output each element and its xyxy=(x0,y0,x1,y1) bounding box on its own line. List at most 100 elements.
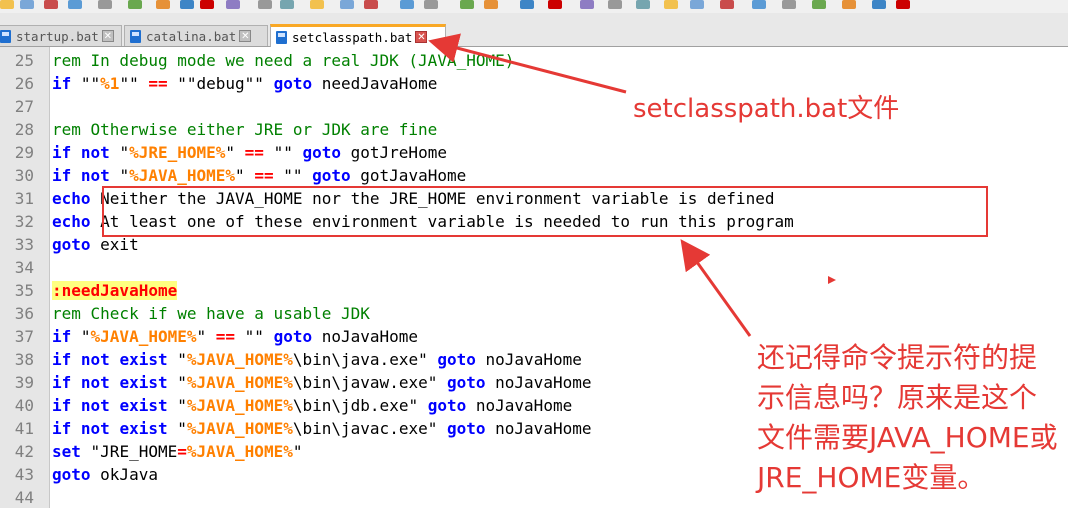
code-line[interactable]: 36 rem Check if we have a usable JDK xyxy=(0,302,1068,325)
code-line[interactable]: 29 if not "%JRE_HOME%" == "" goto gotJreH… xyxy=(0,141,1068,164)
code-line[interactable]: 34 xyxy=(0,256,1068,279)
toolbar-button-icon[interactable] xyxy=(664,0,678,9)
toolbar-button-icon[interactable] xyxy=(310,0,324,9)
line-number: 26 xyxy=(14,74,34,93)
toolbar-button-icon[interactable] xyxy=(364,0,378,9)
line-number: 33 xyxy=(14,235,34,254)
code-token: if xyxy=(52,74,72,93)
code-token: goto xyxy=(446,419,486,438)
code-token: if xyxy=(52,327,72,346)
code-token: goto xyxy=(302,143,341,162)
toolbar-button-icon[interactable] xyxy=(782,0,796,9)
code-line[interactable]: 28 rem Otherwise either JRE or JDK are fi… xyxy=(0,118,1068,141)
toolbar-button-icon[interactable] xyxy=(44,0,58,9)
code-line[interactable]: 27 xyxy=(0,95,1068,118)
toolbar-button-icon[interactable] xyxy=(608,0,622,9)
file-icon xyxy=(276,30,287,44)
toolbar-button-icon[interactable] xyxy=(0,0,14,9)
code-token: " xyxy=(71,327,91,346)
line-number: 41 xyxy=(14,419,34,438)
code-text: if not exist "%JAVA_HOME%\bin\java.exe" … xyxy=(52,348,582,371)
line-number: 25 xyxy=(14,51,34,70)
toolbar-button-icon[interactable] xyxy=(98,0,112,9)
code-line[interactable]: 25 rem In debug mode we need a real JDK (… xyxy=(0,49,1068,72)
file-annotation: setclasspath.bat文件 xyxy=(633,94,900,124)
code-text: if not "%JRE_HOME%" == "" goto gotJreHom… xyxy=(52,141,447,164)
tab-label: startup.bat xyxy=(16,28,99,44)
close-icon[interactable]: ✕ xyxy=(415,31,428,43)
code-token: " xyxy=(225,143,245,162)
close-icon[interactable]: ✕ xyxy=(101,30,114,42)
close-icon[interactable]: ✕ xyxy=(239,30,252,42)
toolbar-button-icon[interactable] xyxy=(484,0,498,9)
code-token: %JAVA_HOME% xyxy=(90,327,197,346)
toolbar-button-icon[interactable] xyxy=(842,0,856,9)
toolbar-button-icon[interactable] xyxy=(400,0,414,9)
line-number: 40 xyxy=(14,396,34,415)
code-token: %JRE_HOME% xyxy=(129,143,226,162)
toolbar-button-icon[interactable] xyxy=(872,0,886,9)
code-token: echo xyxy=(52,212,91,231)
code-line[interactable]: 30 if not "%JAVA_HOME%" == "" goto gotJav… xyxy=(0,164,1068,187)
toolbar-button-icon[interactable] xyxy=(128,0,142,9)
toolbar-button-icon[interactable] xyxy=(280,0,294,9)
toolbar-button-icon[interactable] xyxy=(424,0,438,9)
code-token: not xyxy=(80,143,110,162)
code-token: goto xyxy=(52,235,91,254)
code-token: %JAVA_HOME% xyxy=(186,442,293,461)
code-line[interactable]: 26 if ""%1"" == ""debug"" goto needJavaHo… xyxy=(0,72,1068,95)
code-line[interactable]: 35:needJavaHome xyxy=(0,279,1068,302)
code-token: goto xyxy=(52,465,91,484)
tab-startup-bat[interactable]: startup.bat ✕ xyxy=(0,25,122,46)
line-number: 32 xyxy=(14,212,34,231)
line-number: 28 xyxy=(14,120,34,139)
code-token: exist xyxy=(119,373,168,392)
toolbar-button-icon[interactable] xyxy=(156,0,170,9)
toolbar-button-icon[interactable] xyxy=(580,0,594,9)
code-token: " xyxy=(109,143,130,162)
toolbar-button-icon[interactable] xyxy=(226,0,240,9)
toolbar-button-icon[interactable] xyxy=(460,0,474,9)
code-token: noJavaHome xyxy=(475,350,582,369)
toolbar-button-icon[interactable] xyxy=(896,0,910,9)
line-number: 34 xyxy=(14,258,34,277)
toolbar-button-icon[interactable] xyxy=(720,0,734,9)
toolbar-button-icon[interactable] xyxy=(812,0,826,9)
file-icon xyxy=(0,29,11,43)
toolbar-button-icon[interactable] xyxy=(752,0,766,9)
toolbar-button-icon[interactable] xyxy=(690,0,704,9)
code-token: \bin\java.exe" xyxy=(292,350,438,369)
tab-catalina-bat[interactable]: catalina.bat ✕ xyxy=(124,25,268,46)
code-token: if xyxy=(52,419,72,438)
code-token: " xyxy=(167,396,187,415)
code-token: not xyxy=(80,419,110,438)
code-token: " xyxy=(167,419,187,438)
toolbar-button-icon[interactable] xyxy=(20,0,34,9)
code-token: %JAVA_HOME% xyxy=(186,373,293,392)
code-token: "" xyxy=(273,166,313,185)
toolbar-button-icon[interactable] xyxy=(68,0,82,9)
toolbar-button-icon[interactable] xyxy=(200,0,214,9)
code-token: exit xyxy=(90,235,139,254)
toolbar-button-icon[interactable] xyxy=(520,0,534,9)
code-token: rem Check if we have a usable JDK xyxy=(52,304,370,323)
toolbar-button-icon[interactable] xyxy=(180,0,194,9)
tab-setclasspath-bat[interactable]: setclasspath.bat ✕ xyxy=(270,24,446,47)
code-text: set "JRE_HOME=%JAVA_HOME%" xyxy=(52,440,302,463)
toolbar-button-icon[interactable] xyxy=(548,0,562,9)
tab-label: setclasspath.bat xyxy=(292,29,413,45)
code-token: noJavaHome xyxy=(485,373,592,392)
code-token: gotJreHome xyxy=(341,143,447,162)
toolbar-button-icon[interactable] xyxy=(340,0,354,9)
toolbar-button-icon[interactable] xyxy=(258,0,272,9)
code-text: goto okJava xyxy=(52,463,158,486)
code-token: " xyxy=(167,350,187,369)
code-token: echo xyxy=(52,189,91,208)
toolbar-button-icon[interactable] xyxy=(636,0,650,9)
code-token: rem In debug mode we need a real JDK (JA… xyxy=(52,51,515,70)
code-token: %JAVA_HOME% xyxy=(186,419,293,438)
